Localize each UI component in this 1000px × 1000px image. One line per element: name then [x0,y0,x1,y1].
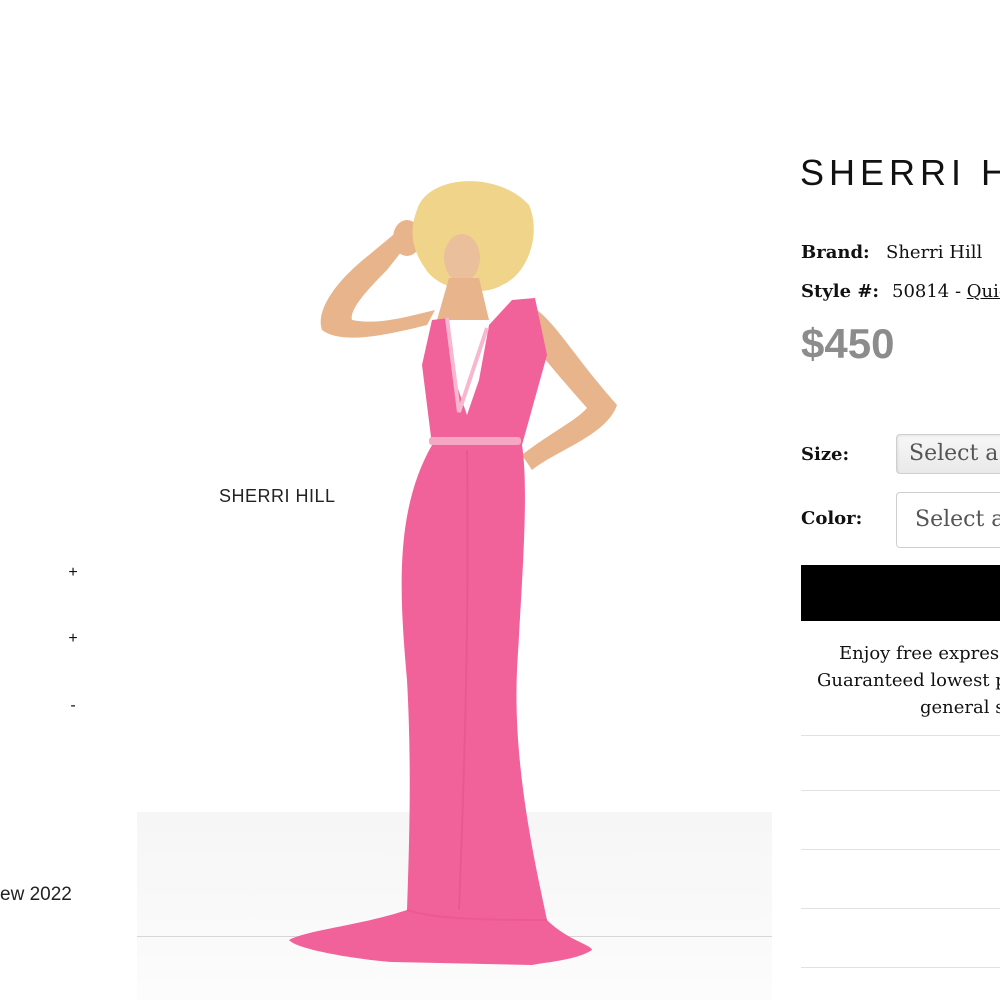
product-price: $450 [801,320,895,367]
style-value: 50814 - Quic [892,281,1000,302]
product-image[interactable]: SHERRI HILL [137,150,772,1000]
style-number: 50814 - [892,281,967,302]
filter-expand-toggle-1[interactable]: + [62,564,84,582]
promo-line-3: general s [920,697,1000,718]
promo-line-1: Enjoy free express [839,643,1000,664]
accordion-divider-5 [801,967,1000,968]
add-to-cart-button[interactable] [801,565,1000,621]
promo-line-2: Guaranteed lowest p [817,670,1000,691]
accordion-divider-1 [801,735,1000,736]
model-in-dress-illustration [289,181,617,965]
brand-label: Brand: [801,242,870,263]
size-label: Size: [801,444,850,465]
filter-option-label[interactable]: ew 2022 [0,884,72,906]
brand-value: Sherri Hill [886,242,983,263]
size-select[interactable]: Select a [896,434,1000,474]
accordion-divider-2 [801,790,1000,791]
filter-expand-toggle-2[interactable]: + [62,630,84,648]
color-label: Color: [801,508,863,529]
style-label: Style #: [801,281,880,302]
color-select[interactable]: Select a [896,492,1000,548]
brand-heading: SHERRI HILL [800,152,1000,193]
filter-collapse-toggle[interactable]: - [62,697,84,715]
accordion-divider-3 [801,849,1000,850]
quick-view-link[interactable]: Quic [967,281,1000,302]
shipping-promo: Enjoy free express Guaranteed lowest p g… [801,640,1000,721]
accordion-divider-4 [801,908,1000,909]
